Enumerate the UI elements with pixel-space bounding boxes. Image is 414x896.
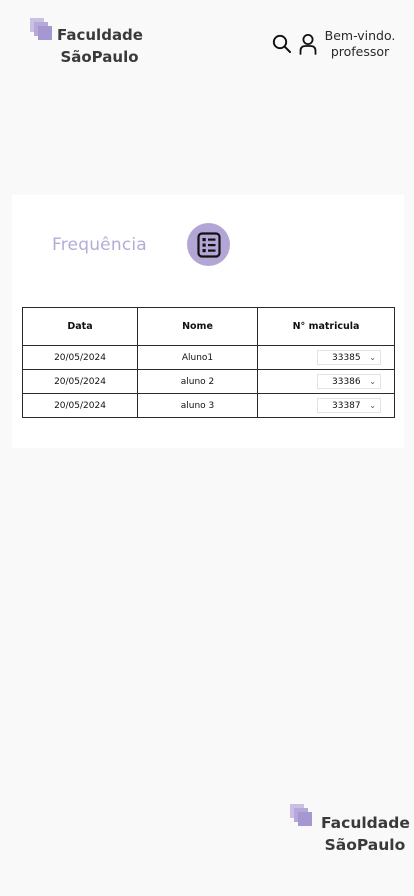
matricula-select[interactable]: 33385 ⌄ (317, 350, 381, 365)
footer-brand-line2: SãoPaulo (324, 836, 406, 854)
cell-name: Aluno1 (137, 345, 258, 370)
brand-line2: SãoPaulo (60, 48, 139, 66)
matricula-value: 33386 (332, 376, 361, 387)
table-row: 20/05/2024 Aluno1 33385 ⌄ (22, 345, 395, 370)
cell-name: aluno 2 (137, 369, 258, 394)
footer-brand-line1: Faculdade (321, 814, 410, 832)
column-header-matricula: N° matricula (257, 307, 395, 346)
cell-date: 20/05/2024 (22, 345, 138, 370)
table-header-row: Data Nome N° matricula (22, 307, 395, 346)
chevron-down-icon: ⌄ (369, 377, 376, 386)
user-icon (299, 34, 317, 55)
search-icon (272, 34, 291, 53)
table-row: 20/05/2024 aluno 2 33386 ⌄ (22, 369, 395, 394)
welcome-text: Bem-vindo. professor (324, 28, 396, 60)
header-actions: Bem-vindo. professor (270, 28, 396, 60)
attendance-list-button[interactable] (187, 223, 230, 266)
cell-matricula: 33385 ⌄ (257, 345, 395, 370)
matricula-select[interactable]: 33387 ⌄ (317, 398, 381, 413)
table-row: 20/05/2024 aluno 3 33387 ⌄ (22, 393, 395, 418)
cell-matricula: 33387 ⌄ (257, 393, 395, 418)
column-header-name: Nome (137, 307, 258, 346)
matricula-value: 33385 (332, 352, 361, 363)
checklist-icon (196, 231, 221, 258)
chevron-down-icon: ⌄ (369, 353, 376, 362)
matricula-value: 33387 (332, 400, 361, 411)
chevron-down-icon: ⌄ (369, 401, 376, 410)
cell-name: aluno 3 (137, 393, 258, 418)
header-logo[interactable]: Faculdade SãoPaulo (30, 18, 160, 70)
footer-logo[interactable]: Faculdade SãoPaulo (290, 804, 414, 860)
logo-icon (30, 18, 52, 40)
page-title: Frequência (52, 235, 147, 255)
search-button[interactable] (270, 32, 294, 56)
cell-matricula: 33386 ⌄ (257, 369, 395, 394)
attendance-table: Data Nome N° matricula 20/05/2024 Aluno1… (22, 307, 395, 418)
logo-icon (290, 804, 312, 826)
welcome-line1: Bem-vindo. (324, 28, 396, 43)
cell-date: 20/05/2024 (22, 369, 138, 394)
cell-date: 20/05/2024 (22, 393, 138, 418)
matricula-select[interactable]: 33386 ⌄ (317, 374, 381, 389)
welcome-line2: professor (330, 44, 390, 59)
column-header-date: Data (22, 307, 138, 346)
footer-brand-name: Faculdade SãoPaulo (321, 812, 410, 856)
attendance-card: Frequência Data Nome N° matricula 20/05/… (12, 195, 404, 448)
brand-line1: Faculdade (57, 26, 143, 44)
brand-name: Faculdade SãoPaulo (57, 24, 143, 68)
user-button[interactable] (296, 32, 320, 56)
